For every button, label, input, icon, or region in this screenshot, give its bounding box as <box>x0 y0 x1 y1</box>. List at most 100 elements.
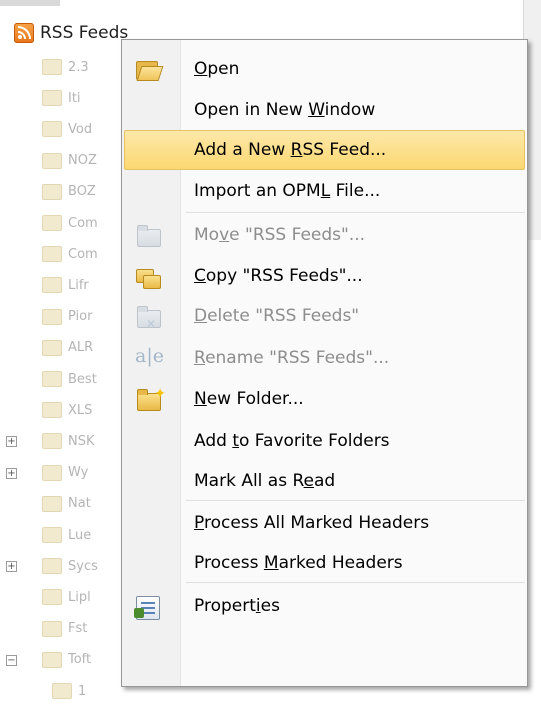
menu-item-import-opml[interactable]: Import an OPML File... <box>124 171 525 211</box>
tree-item[interactable]: Com <box>42 212 108 234</box>
feed-folder-icon <box>42 246 62 263</box>
tree-item-label: Toft <box>68 652 92 668</box>
tree-item-label: Iti <box>68 90 81 106</box>
feed-folder-icon <box>42 277 62 294</box>
tree-item[interactable]: NSK <box>42 430 108 452</box>
tree-root-rss-feeds[interactable]: RSS Feeds <box>14 20 128 46</box>
feed-folder-icon <box>42 339 62 356</box>
feed-folder-icon <box>52 683 72 699</box>
menu-item-label: New Folder... <box>194 389 304 409</box>
menu-item-label: Move "RSS Feeds"... <box>194 225 366 245</box>
menu-item-process-all-marked[interactable]: Process All Marked Headers <box>124 503 525 543</box>
tree-item-label: Lue <box>68 527 92 543</box>
feed-folder-icon <box>42 308 62 325</box>
tree-item-label: Com <box>68 246 98 262</box>
collapse-icon[interactable]: − <box>6 654 17 666</box>
menu-item-label: Open in New Window <box>194 100 376 120</box>
menu-item-label: Mark All as Read <box>194 471 336 491</box>
feed-folder-icon <box>42 215 62 231</box>
tree-item[interactable]: Best <box>42 368 108 390</box>
menu-item-mark-all-read[interactable]: Mark All as Read <box>124 461 525 501</box>
tree-item-label: Fst <box>68 621 88 637</box>
tree-item[interactable]: Pior <box>42 306 108 328</box>
tree-item[interactable]: Com <box>42 243 108 265</box>
menu-item-process-marked[interactable]: Process Marked Headers <box>124 543 525 583</box>
tree-item-label: XLS <box>68 402 93 418</box>
context-menu: Open Open in New Window Add a New RSS Feed… <box>121 39 528 687</box>
tree-item[interactable]: Iti <box>42 87 108 109</box>
menu-item-open[interactable]: Open <box>124 49 525 89</box>
menu-item-open-new-window[interactable]: Open in New Window <box>124 90 525 130</box>
expand-icon[interactable]: + <box>6 467 17 479</box>
menu-item-label: Delete "RSS Feeds" <box>194 306 360 326</box>
menu-item-rename: a|e Rename "RSS Feeds"... <box>124 338 525 378</box>
feed-folder-icon <box>42 152 62 169</box>
tree-item[interactable]: Sycs <box>42 555 108 577</box>
tree-item-label: Best <box>68 371 97 387</box>
tree-item[interactable]: 1 <box>52 680 118 702</box>
tree-item-label: 1 <box>78 683 87 699</box>
tree-item[interactable]: BOZ <box>42 181 108 203</box>
menu-item-new-folder[interactable]: ✦ New Folder... <box>124 379 525 419</box>
delete-folder-icon: ✕ <box>134 303 161 331</box>
menu-item-properties[interactable]: Properties <box>124 586 525 626</box>
tree-item[interactable]: Wy <box>42 462 108 484</box>
menu-item-label: Open <box>194 59 240 79</box>
folder-open-icon <box>134 56 164 82</box>
feed-folder-icon <box>42 402 62 419</box>
menu-item-label: Process Marked Headers <box>194 553 403 573</box>
feed-folder-icon <box>42 620 62 637</box>
tree-item[interactable]: XLS <box>42 399 108 421</box>
menu-item-label: Rename "RSS Feeds"... <box>194 348 390 368</box>
feed-folder-icon <box>42 183 62 200</box>
tree-item[interactable]: Lue <box>42 524 108 546</box>
rss-icon <box>14 23 34 43</box>
feed-folder-icon <box>42 59 62 75</box>
tree-item[interactable]: Lipl <box>42 586 108 608</box>
tree-item-label: Vod <box>68 121 93 137</box>
tree-item-label: Lifr <box>68 277 89 293</box>
tree-item-label: NOZ <box>68 153 97 169</box>
feed-folder-icon <box>42 558 62 575</box>
tree-item-label: Nat <box>68 496 91 512</box>
menu-item-label: Add a New RSS Feed... <box>194 140 387 160</box>
tree-item[interactable]: 2.3 <box>42 56 108 78</box>
tree-item-label: ALR <box>68 340 94 356</box>
tree-item-label: NSK <box>68 433 95 449</box>
tree-item[interactable]: Nat <box>42 493 108 515</box>
feed-folder-icon <box>42 464 62 481</box>
tree-item[interactable]: Toft <box>42 649 108 671</box>
menu-item-copy[interactable]: Copy "RSS Feeds"... <box>124 256 525 296</box>
rename-icon: a|e <box>135 345 164 367</box>
feed-folder-icon <box>42 90 62 107</box>
menu-item-add-favorites[interactable]: Add to Favorite Folders <box>124 421 525 461</box>
tree-item[interactable]: Lifr <box>42 274 108 296</box>
feed-folder-icon <box>42 527 62 543</box>
menu-item-delete: ✕ Delete "RSS Feeds" <box>124 296 525 336</box>
expand-icon[interactable]: + <box>6 561 17 573</box>
menu-item-label: Copy "RSS Feeds"... <box>194 266 363 286</box>
tree-item-label: Wy <box>68 465 89 481</box>
tree-top-edge <box>0 0 60 6</box>
tree-item[interactable]: ALR <box>42 337 108 359</box>
tree-item[interactable]: Vod <box>42 118 108 140</box>
tree-root-label: RSS Feeds <box>40 23 129 43</box>
move-folder-icon <box>134 222 161 248</box>
feed-folder-icon <box>42 589 62 606</box>
tree-item[interactable]: Fst <box>42 618 108 640</box>
menu-item-label: Process All Marked Headers <box>194 513 430 533</box>
tree-item[interactable]: NOZ <box>42 150 108 172</box>
tree-item-label: Com <box>68 215 98 231</box>
menu-separator <box>186 212 525 213</box>
feed-folder-icon <box>42 371 62 387</box>
menu-item-add-rss-feed[interactable]: Add a New RSS Feed... <box>124 130 525 170</box>
menu-item-label: Add to Favorite Folders <box>194 431 390 451</box>
expand-icon[interactable]: + <box>6 436 17 448</box>
menu-item-label: Import an OPML File... <box>194 181 381 201</box>
menu-item-label: Properties <box>194 596 280 616</box>
copy-folder-icon <box>134 263 161 289</box>
feed-folder-icon <box>42 651 62 668</box>
tree-item-label: BOZ <box>68 184 96 200</box>
new-folder-icon: ✦ <box>134 386 166 412</box>
properties-icon <box>134 593 160 620</box>
